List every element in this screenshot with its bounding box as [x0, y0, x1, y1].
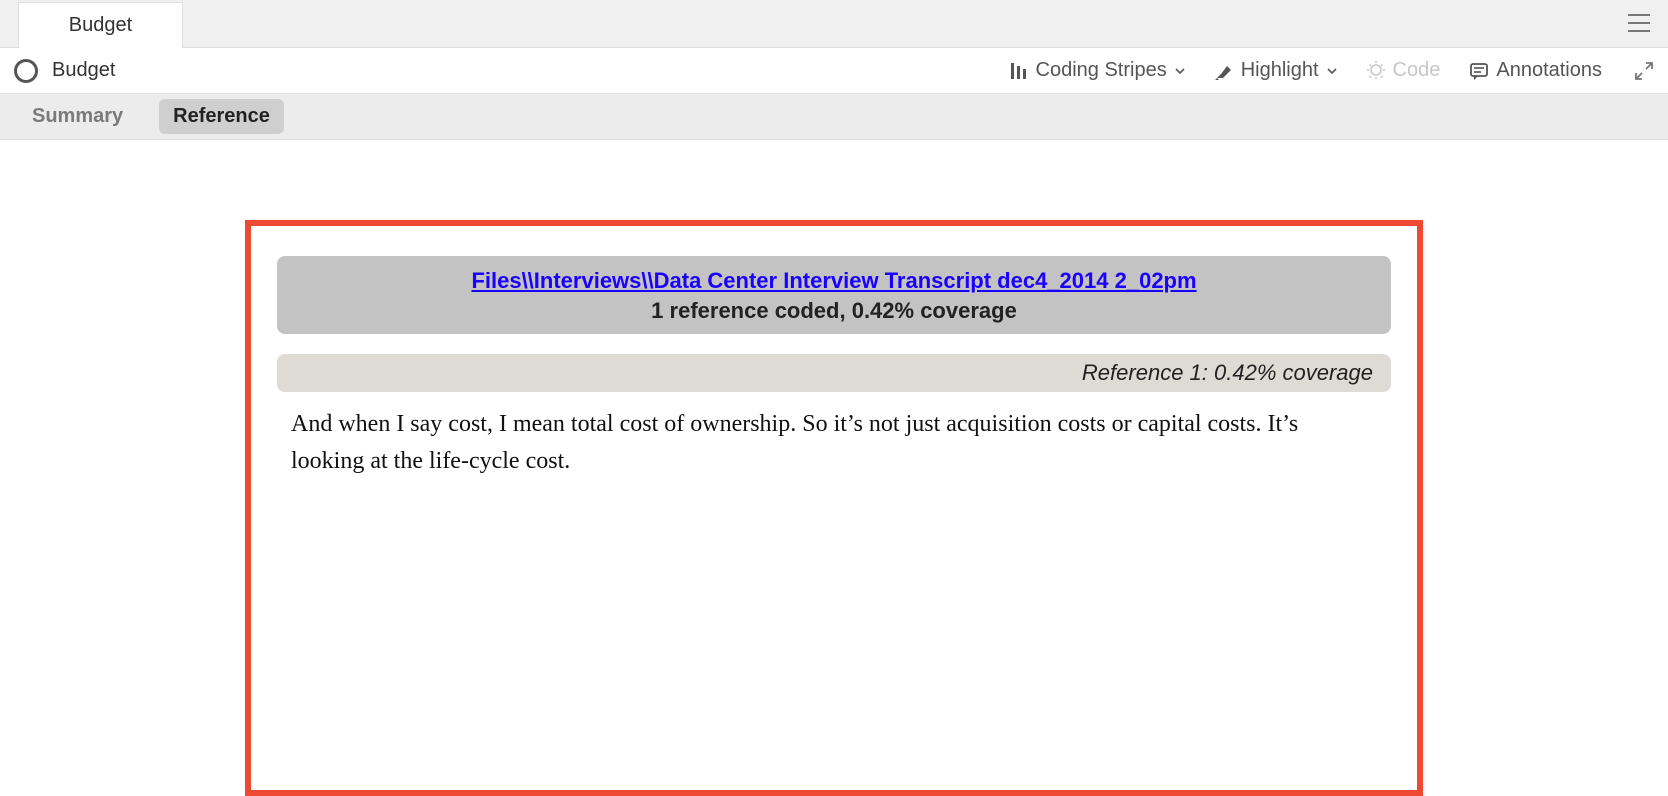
reference-highlight-box: Files\\Interviews\\Data Center Interview… [245, 220, 1423, 796]
annotations-label: Annotations [1496, 59, 1602, 82]
subtab-bar: Summary Reference [0, 94, 1668, 140]
node-circle-icon [14, 59, 38, 83]
tab-summary[interactable]: Summary [18, 99, 137, 134]
coding-stripes-icon [1008, 60, 1030, 82]
tab-reference-label: Reference [173, 105, 270, 127]
tab-summary-label: Summary [32, 105, 123, 127]
coding-stripes-label: Coding Stripes [1036, 59, 1167, 82]
content-area: Files\\Interviews\\Data Center Interview… [0, 140, 1668, 796]
source-header: Files\\Interviews\\Data Center Interview… [277, 256, 1391, 334]
expand-button[interactable] [1634, 61, 1654, 81]
code-button[interactable]: Code [1365, 59, 1441, 82]
chevron-down-icon [1327, 59, 1337, 82]
code-label: Code [1393, 59, 1441, 82]
highlight-icon [1213, 60, 1235, 82]
lightbulb-icon [1365, 60, 1387, 82]
hamburger-menu-icon[interactable] [1628, 14, 1650, 32]
highlight-label: Highlight [1241, 59, 1319, 82]
annotations-icon [1468, 60, 1490, 82]
coverage-summary: 1 reference coded, 0.42% coverage [287, 298, 1381, 324]
tab-label: Budget [69, 14, 132, 37]
tab-budget[interactable]: Budget [18, 2, 183, 48]
expand-icon [1634, 61, 1654, 81]
coding-stripes-button[interactable]: Coding Stripes [1008, 59, 1185, 82]
reference-item-text: And when I say cost, I mean total cost o… [277, 406, 1391, 480]
node-title: Budget [52, 59, 115, 82]
tab-strip: Budget [0, 0, 1668, 48]
highlight-button[interactable]: Highlight [1213, 59, 1337, 82]
tab-reference[interactable]: Reference [159, 99, 284, 134]
annotations-button[interactable]: Annotations [1468, 59, 1602, 82]
chevron-down-icon [1175, 59, 1185, 82]
toolbar: Budget Coding Stripes Highlight [0, 48, 1668, 94]
source-link[interactable]: Files\\Interviews\\Data Center Interview… [471, 268, 1196, 293]
reference-item-header: Reference 1: 0.42% coverage [277, 354, 1391, 392]
